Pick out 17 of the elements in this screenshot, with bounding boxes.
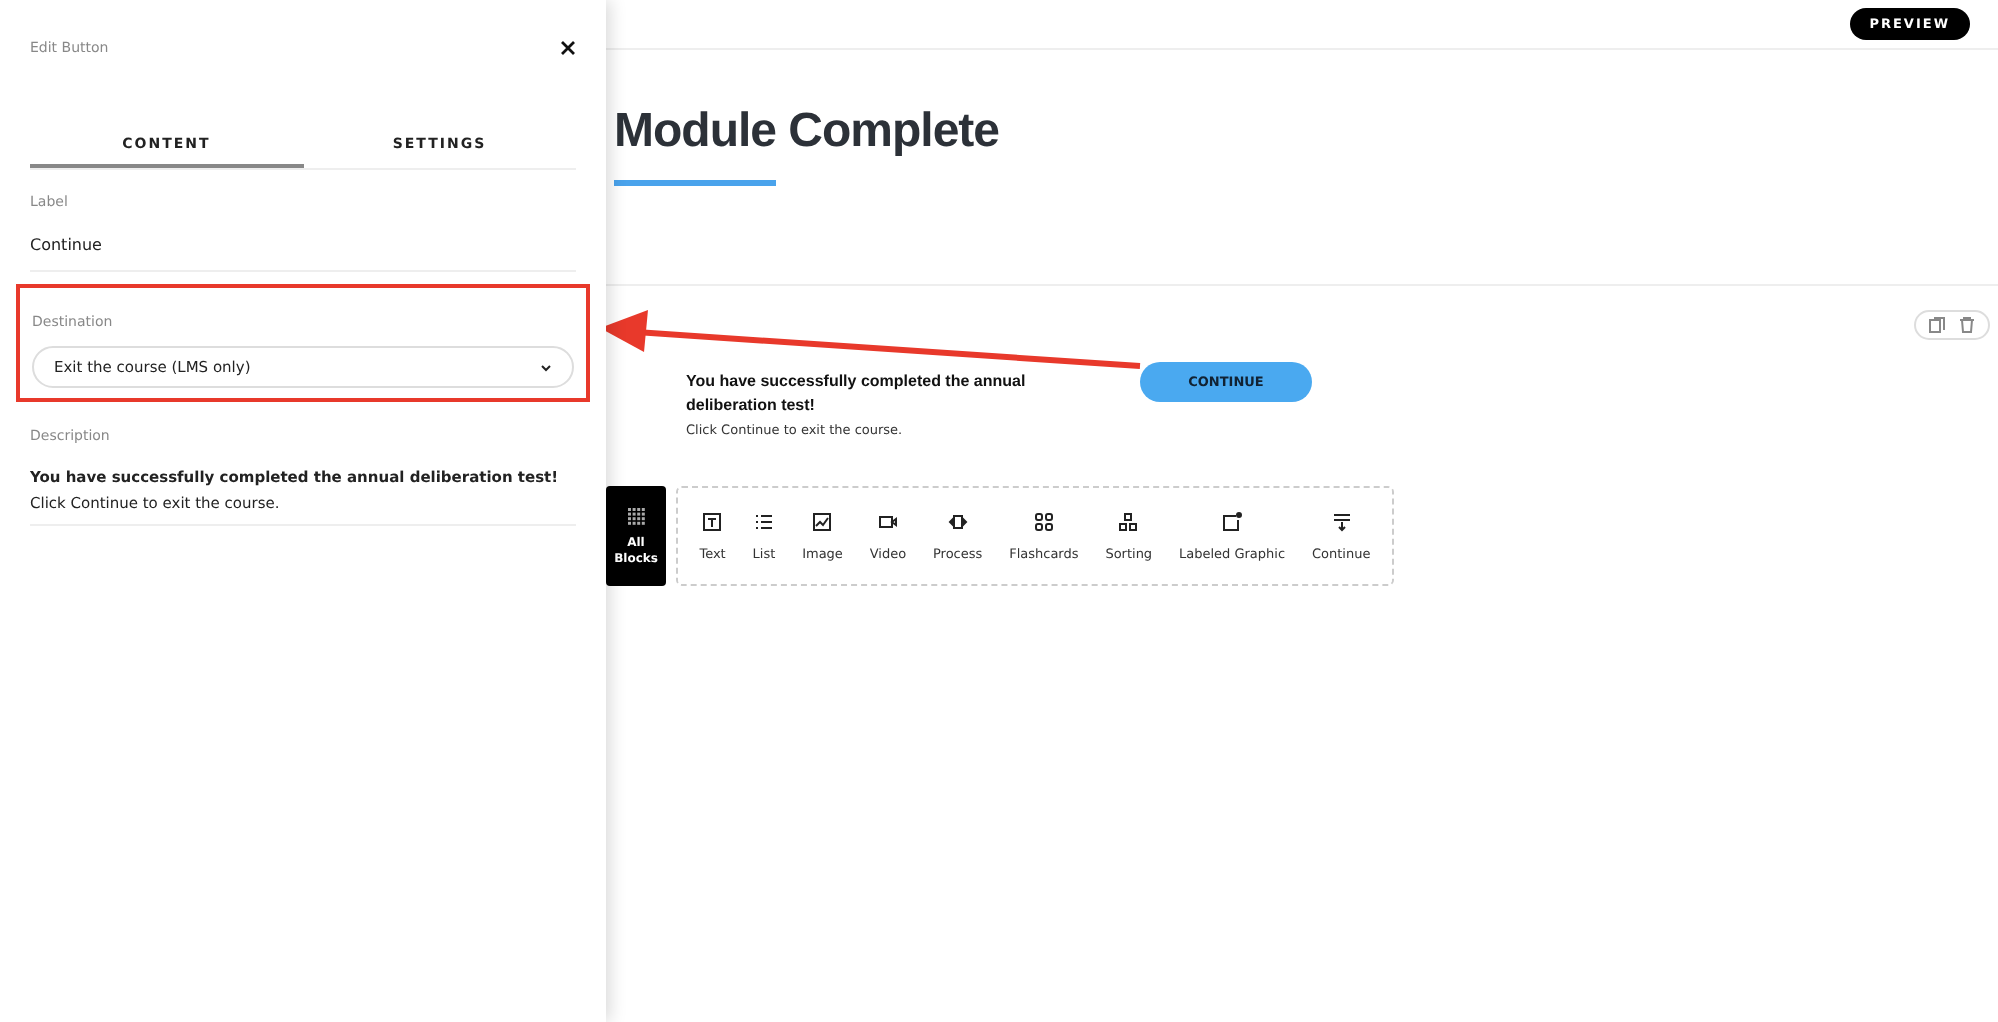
sorting-icon <box>1118 511 1139 531</box>
lesson-title: Module Complete <box>614 104 1002 160</box>
video-icon <box>877 511 898 531</box>
close-icon[interactable] <box>560 40 576 56</box>
text-icon <box>702 511 723 531</box>
continue-icon <box>1331 511 1352 531</box>
grid-icon <box>627 507 645 525</box>
duplicate-icon[interactable] <box>1928 316 1946 334</box>
trash-icon[interactable] <box>1958 316 1976 334</box>
image-icon <box>812 511 833 531</box>
block-text: You have successfully completed the annual deliberation test! <box>686 370 1028 418</box>
list-icon <box>753 511 774 531</box>
caret-icon <box>540 363 552 371</box>
flashcards-icon <box>1033 511 1054 531</box>
label-field[interactable]: Continue <box>30 236 576 254</box>
graphic-icon <box>1222 511 1243 531</box>
process-icon <box>947 511 968 531</box>
